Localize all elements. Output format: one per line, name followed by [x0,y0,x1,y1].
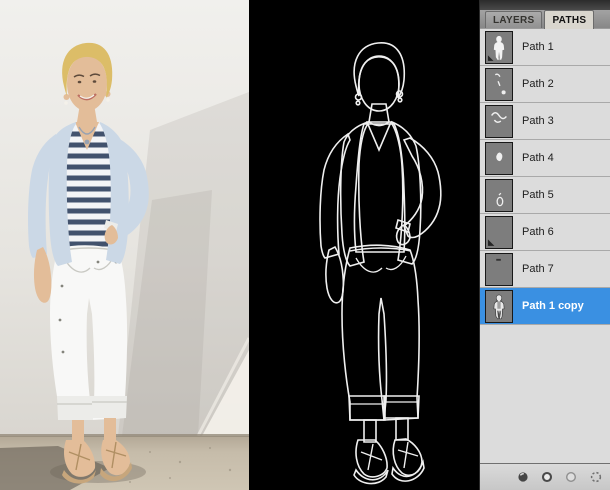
photoshop-workspace: LAYERS PATHS Path 1 Path 2 [0,0,610,490]
path-label: Path 6 [522,226,554,238]
path-label: Path 4 [522,152,554,164]
path-row-1[interactable]: Path 1 [480,29,610,66]
path-6-thumbnail [485,216,513,249]
source-photo-canvas[interactable] [0,0,249,490]
path-1-thumbnail [485,31,513,64]
paths-panel: LAYERS PATHS Path 1 Path 2 [479,0,610,490]
path-row-5[interactable]: Path 5 [480,177,610,214]
panel-footer-bar [480,463,610,490]
path-outline-figure [249,0,479,490]
path-outline-canvas[interactable] [249,0,479,490]
path-row-1-copy[interactable]: Path 1 copy [480,288,610,325]
path-row-4[interactable]: Path 4 [480,140,610,177]
path-label: Path 3 [522,115,554,127]
path-label: Path 1 copy [522,300,584,312]
fill-path-icon[interactable] [517,471,529,483]
make-work-path-icon[interactable] [589,471,603,483]
path-5-thumbnail [485,179,513,212]
load-path-as-selection-icon[interactable] [565,471,577,483]
path-2-thumbnail [485,68,513,101]
tab-layers[interactable]: LAYERS [485,11,542,28]
path-row-6[interactable]: Path 6 [480,214,610,251]
path-row-7[interactable]: Path 7 [480,251,610,288]
photo-illustration [0,0,249,490]
path-1-copy-thumbnail [485,290,513,323]
stroke-path-icon[interactable] [541,471,553,483]
panel-tab-bar: LAYERS PATHS [480,10,610,29]
path-3-thumbnail [485,105,513,138]
path-label: Path 1 [522,41,554,53]
panel-header-bar [480,0,610,10]
path-4-thumbnail [485,142,513,175]
path-label: Path 7 [522,263,554,275]
path-list: Path 1 Path 2 Path 3 [480,29,610,463]
path-7-thumbnail [485,253,513,286]
path-label: Path 5 [522,189,554,201]
path-row-2[interactable]: Path 2 [480,66,610,103]
path-row-3[interactable]: Path 3 [480,103,610,140]
tab-paths[interactable]: PATHS [544,10,594,29]
path-label: Path 2 [522,78,554,90]
